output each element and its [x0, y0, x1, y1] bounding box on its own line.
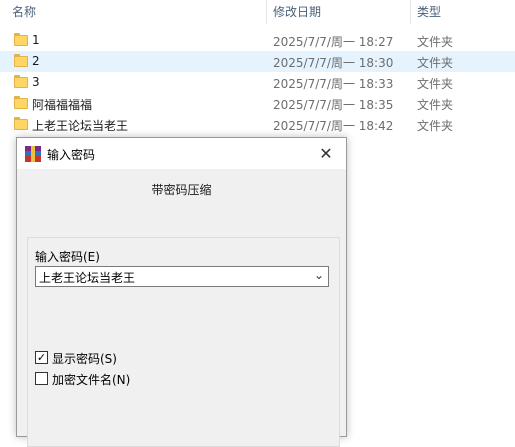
- list-item[interactable]: 3 2025/7/7/周一 18:33 文件夹: [0, 72, 515, 93]
- file-date: 2025/7/7/周一 18:33: [273, 77, 394, 91]
- list-item[interactable]: 2 2025/7/7/周一 18:30 文件夹: [0, 51, 515, 72]
- file-name: 2: [32, 54, 40, 68]
- password-dialog: 输入密码 ✕ 带密码压缩 输入密码(E) 上老王论坛当老王 ⌄ ✓ 显示密码(S…: [16, 137, 347, 447]
- file-type: 文件夹: [417, 77, 454, 91]
- password-input[interactable]: 上老王论坛当老王: [39, 269, 135, 286]
- file-type: 文件夹: [417, 98, 454, 112]
- folder-icon: [14, 117, 28, 130]
- dialog-title: 输入密码: [47, 148, 96, 162]
- file-name: 1: [32, 33, 40, 47]
- folder-icon: [14, 33, 28, 46]
- list-item[interactable]: 上老王论坛当老王 2025/7/7/周一 18:42 文件夹: [0, 114, 515, 135]
- file-name: 3: [32, 75, 40, 89]
- column-header-date[interactable]: 修改日期: [273, 3, 321, 20]
- checkbox-box[interactable]: [35, 372, 48, 385]
- file-name: 阿福福福福: [32, 98, 93, 112]
- encrypt-filenames-label: 加密文件名(N): [52, 373, 131, 387]
- file-date: 2025/7/7/周一 18:42: [273, 119, 394, 133]
- winrar-icon: [25, 146, 41, 162]
- file-type: 文件夹: [417, 56, 454, 70]
- column-divider[interactable]: [266, 0, 267, 24]
- file-date: 2025/7/7/周一 18:35: [273, 98, 394, 112]
- chevron-down-icon[interactable]: ⌄: [314, 268, 324, 282]
- column-divider[interactable]: [410, 0, 411, 24]
- encrypt-filenames-checkbox[interactable]: 加密文件名(N): [35, 371, 235, 387]
- close-button[interactable]: ✕: [306, 138, 346, 169]
- close-icon: ✕: [319, 144, 333, 163]
- sort-indicator-icon: ^: [131, 0, 139, 7]
- password-combobox[interactable]: 上老王论坛当老王 ⌄: [35, 266, 329, 287]
- show-password-checkbox[interactable]: ✓ 显示密码(S): [35, 350, 235, 366]
- file-date: 2025/7/7/周一 18:27: [273, 35, 394, 49]
- list-item[interactable]: 1 2025/7/7/周一 18:27 文件夹: [0, 30, 515, 51]
- file-date: 2025/7/7/周一 18:30: [273, 56, 394, 70]
- column-header-type[interactable]: 类型: [417, 3, 441, 20]
- show-password-label: 显示密码(S): [52, 352, 117, 366]
- dialog-subtitle: 带密码压缩: [151, 183, 212, 197]
- list-item[interactable]: 阿福福福福 2025/7/7/周一 18:35 文件夹: [0, 93, 515, 114]
- column-header-name[interactable]: 名称: [12, 3, 36, 20]
- folder-icon: [14, 96, 28, 109]
- file-name: 上老王论坛当老王: [32, 119, 129, 133]
- checkbox-box[interactable]: ✓: [35, 351, 48, 364]
- file-type: 文件夹: [417, 35, 454, 49]
- folder-icon: [14, 54, 28, 67]
- password-label: 输入密码(E): [35, 250, 100, 264]
- file-type: 文件夹: [417, 119, 454, 133]
- folder-icon: [14, 75, 28, 88]
- dialog-titlebar[interactable]: 输入密码 ✕: [17, 138, 346, 169]
- column-header-bar: ^ 名称 修改日期 类型: [0, 0, 515, 24]
